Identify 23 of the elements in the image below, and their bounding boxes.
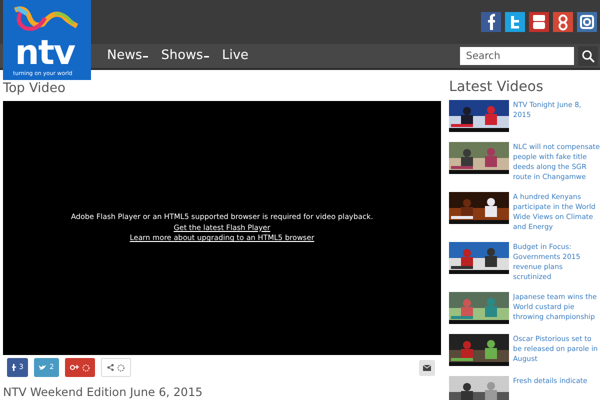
video-title[interactable]: NTV Weekend Edition June 6, 2015	[3, 386, 203, 398]
section-heading: Top Video	[3, 82, 66, 95]
nav-link[interactable]: News	[107, 46, 148, 66]
googleplus-share-button[interactable]	[64, 358, 95, 377]
loading-icon	[82, 364, 90, 372]
bird-icon	[39, 364, 46, 370]
share-share-button[interactable]	[100, 358, 131, 377]
search-icon	[582, 50, 594, 62]
loading-icon	[116, 364, 125, 372]
nav-link[interactable]: Live	[222, 46, 249, 66]
facebook-icon[interactable]	[481, 12, 501, 32]
sidebar-heading: Latest Videos	[449, 80, 544, 94]
share-icon	[106, 364, 114, 371]
facebook-icon	[12, 364, 16, 371]
twitter-icon[interactable]	[505, 12, 525, 32]
instagram-icon[interactable]	[577, 12, 597, 32]
email-button[interactable]	[419, 360, 435, 376]
search-button[interactable]	[578, 46, 598, 66]
nav-link[interactable]: Shows	[161, 46, 209, 66]
envelope-icon	[423, 364, 431, 370]
logo-wordmark: ntv	[15, 36, 75, 70]
search-field[interactable]: Search	[460, 47, 574, 65]
google-plus-icon	[70, 364, 79, 371]
